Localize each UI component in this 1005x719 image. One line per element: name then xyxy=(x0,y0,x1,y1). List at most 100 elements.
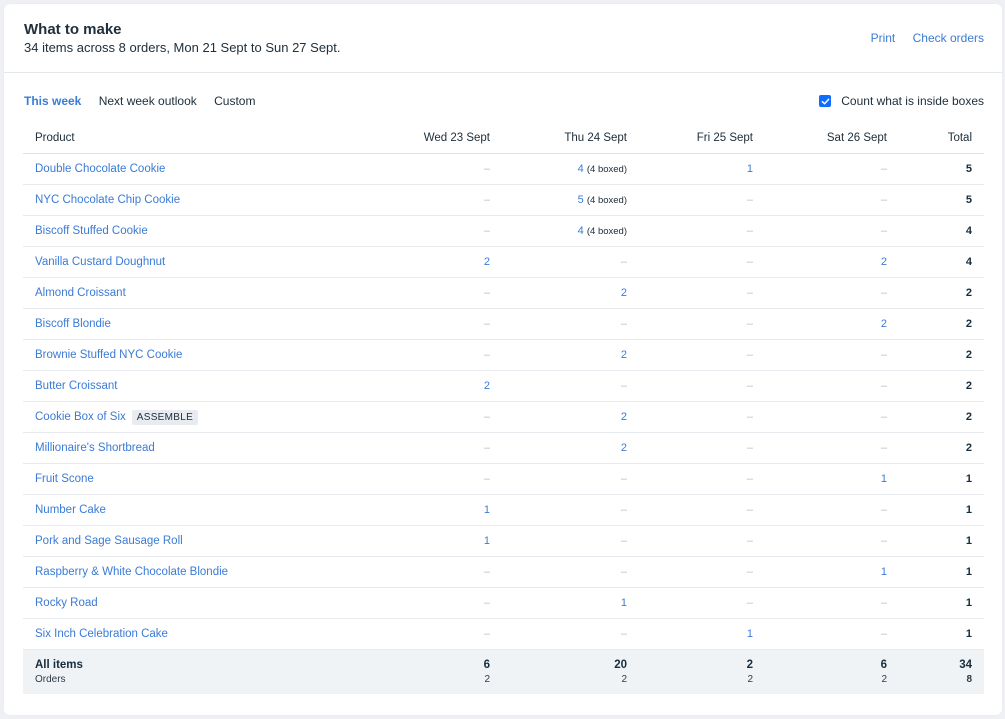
day-count-cell: – xyxy=(765,184,899,216)
day-count-cell: – xyxy=(347,308,502,340)
product-cell: Biscoff Stuffed Cookie xyxy=(23,215,347,247)
empty-dash: – xyxy=(746,597,753,609)
day-count-link[interactable]: 2 xyxy=(484,380,490,392)
day-count-link[interactable]: 2 xyxy=(881,318,887,330)
row-total: 1 xyxy=(899,556,984,588)
empty-dash: – xyxy=(880,380,887,392)
empty-dash: – xyxy=(620,473,627,485)
day-count-cell: 4 (4 boxed) xyxy=(502,153,639,185)
product-link[interactable]: Rocky Road xyxy=(35,597,98,609)
day-count-link[interactable]: 1 xyxy=(484,535,490,547)
day-count-link[interactable]: 1 xyxy=(484,504,490,516)
empty-dash: – xyxy=(746,442,753,454)
tab-next-week-outlook[interactable]: Next week outlook xyxy=(99,94,197,108)
day-count-link[interactable]: 2 xyxy=(621,411,627,423)
product-cell: Millionaire's Shortbread xyxy=(23,432,347,464)
empty-dash: – xyxy=(880,504,887,516)
product-cell: Number Cake xyxy=(23,494,347,526)
day-count-link[interactable]: 1 xyxy=(621,597,627,609)
empty-dash: – xyxy=(746,411,753,423)
tab-this-week[interactable]: This week xyxy=(24,94,81,108)
product-link[interactable]: Fruit Scone xyxy=(35,473,94,485)
count-boxes-toggle[interactable]: Count what is inside boxes xyxy=(819,94,984,108)
product-link[interactable]: Almond Croissant xyxy=(35,287,126,299)
day-count-cell: – xyxy=(765,525,899,557)
day-count-cell: – xyxy=(347,277,502,309)
day-count-cell: 2 xyxy=(347,246,502,278)
product-link[interactable]: Number Cake xyxy=(35,504,106,516)
empty-dash: – xyxy=(620,628,627,640)
day-count-cell: – xyxy=(502,370,639,402)
day-count-cell: – xyxy=(639,587,765,619)
footer-items-count: 20 xyxy=(614,659,627,671)
table-row: Cookie Box of Six ASSEMBLE –2– –2 xyxy=(23,401,984,433)
day-count-cell: – xyxy=(765,494,899,526)
day-count-cell: – xyxy=(639,370,765,402)
assemble-badge: ASSEMBLE xyxy=(131,409,199,425)
product-link[interactable]: Raspberry & White Chocolate Blondie xyxy=(35,566,228,578)
day-count-cell: – xyxy=(347,463,502,495)
day-count-link[interactable]: 5 xyxy=(578,194,584,206)
day-count-link[interactable]: 1 xyxy=(747,628,753,640)
empty-dash: – xyxy=(620,504,627,516)
row-total: 1 xyxy=(899,494,984,526)
product-link[interactable]: Vanilla Custard Doughnut xyxy=(35,256,165,268)
check-orders-link[interactable]: Check orders xyxy=(913,31,984,45)
what-to-make-card: What to make 34 items across 8 orders, M… xyxy=(4,4,1002,715)
day-count-cell: 5 (4 boxed) xyxy=(502,184,639,216)
day-count-cell: – xyxy=(347,153,502,185)
empty-dash: – xyxy=(880,535,887,547)
empty-dash: – xyxy=(880,628,887,640)
footer-orders-count: 2 xyxy=(881,674,887,685)
footer-cell: 20 2 xyxy=(502,649,639,694)
product-link[interactable]: Brownie Stuffed NYC Cookie xyxy=(35,349,182,361)
empty-dash: – xyxy=(746,194,753,206)
product-link[interactable]: NYC Chocolate Chip Cookie xyxy=(35,194,180,206)
table-row: Biscoff Stuffed Cookie –4 (4 boxed) – –4 xyxy=(23,215,984,247)
product-link[interactable]: Cookie Box of Six xyxy=(35,411,126,423)
count-boxes-checkbox[interactable] xyxy=(819,95,832,107)
product-link[interactable]: Six Inch Celebration Cake xyxy=(35,628,168,640)
footer-total-cell: 34 8 xyxy=(899,649,984,694)
table-row: Vanilla Custard Doughnut 2– –2 4 xyxy=(23,246,984,278)
empty-dash: – xyxy=(620,318,627,330)
day-count-cell: 4 (4 boxed) xyxy=(502,215,639,247)
day-count-link[interactable]: 2 xyxy=(621,287,627,299)
empty-dash: – xyxy=(746,473,753,485)
product-link[interactable]: Biscoff Blondie xyxy=(35,318,111,330)
product-link[interactable]: Double Chocolate Cookie xyxy=(35,163,165,175)
day-count-link[interactable]: 1 xyxy=(881,566,887,578)
product-cell: Rocky Road xyxy=(23,587,347,619)
day-count-link[interactable]: 2 xyxy=(881,256,887,268)
footer-items-count: 6 xyxy=(483,659,490,671)
footer-cell: 22 xyxy=(639,649,765,694)
empty-dash: – xyxy=(746,349,753,361)
empty-dash: – xyxy=(880,597,887,609)
print-link[interactable]: Print xyxy=(871,31,896,45)
day-count-link[interactable]: 1 xyxy=(747,163,753,175)
product-link[interactable]: Pork and Sage Sausage Roll xyxy=(35,535,183,547)
column-header-thu: Thu 24 Sept xyxy=(502,123,639,154)
day-count-link[interactable]: 4 xyxy=(578,225,584,237)
row-total: 2 xyxy=(899,401,984,433)
empty-dash: – xyxy=(483,194,490,206)
day-count-link[interactable]: 1 xyxy=(881,473,887,485)
card-header: What to make 34 items across 8 orders, M… xyxy=(4,4,1002,73)
empty-dash: – xyxy=(620,535,627,547)
tab-custom[interactable]: Custom xyxy=(214,94,255,108)
footer-orders-count: 2 xyxy=(621,674,627,685)
day-count-link[interactable]: 2 xyxy=(621,442,627,454)
day-count-cell: 1 xyxy=(765,556,899,588)
product-link[interactable]: Butter Croissant xyxy=(35,380,117,392)
empty-dash: – xyxy=(880,349,887,361)
day-count-cell: – xyxy=(765,215,899,247)
day-count-cell: 2 xyxy=(502,401,639,433)
product-link[interactable]: Millionaire's Shortbread xyxy=(35,442,155,454)
day-count-link[interactable]: 2 xyxy=(621,349,627,361)
day-count-link[interactable]: 4 xyxy=(578,163,584,175)
product-link[interactable]: Biscoff Stuffed Cookie xyxy=(35,225,148,237)
day-count-cell: – xyxy=(502,618,639,650)
day-count-cell: 2 xyxy=(502,277,639,309)
day-count-link[interactable]: 2 xyxy=(484,256,490,268)
empty-dash: – xyxy=(483,225,490,237)
